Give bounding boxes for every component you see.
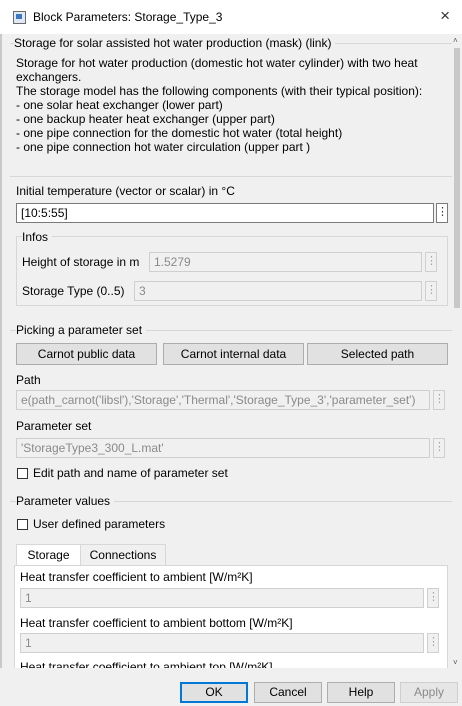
cancel-button[interactable]: Cancel: [254, 682, 322, 703]
mask-header: Storage for solar assisted hot water pro…: [14, 36, 336, 50]
heat-transfer-bottom-label: Heat transfer coefficient to ambient bot…: [20, 616, 293, 630]
help-button[interactable]: Help: [327, 682, 395, 703]
parameter-set-field: 'StorageType3_300_L.mat': [16, 438, 430, 458]
height-field: 1.5279: [149, 252, 422, 272]
parameter-set-ellipsis-icon: ⋮: [433, 438, 445, 458]
block-parameters-icon: [13, 11, 26, 24]
tab-connections[interactable]: Connections: [80, 544, 166, 565]
user-defined-checkbox[interactable]: [17, 519, 28, 530]
heat-transfer-ambient-field: 1: [20, 588, 424, 608]
storage-type-label: Storage Type (0..5): [22, 284, 125, 298]
scroll-down-icon[interactable]: ˅: [453, 658, 458, 668]
parameter-values-title: Parameter values: [16, 494, 115, 508]
scroll-up-icon[interactable]: ˄: [453, 36, 458, 46]
edit-path-checkbox-label[interactable]: Edit path and name of parameter set: [33, 466, 228, 480]
edit-path-checkbox[interactable]: [17, 468, 28, 479]
initial-temperature-label: Initial temperature (vector or scalar) i…: [16, 184, 235, 198]
height-ellipsis-icon: ⋮: [425, 252, 437, 272]
parameters-group-line: [10, 176, 452, 177]
scrollbar-thumb[interactable]: [454, 48, 460, 308]
dialog-footer: OK Cancel Help Apply: [0, 668, 462, 706]
infos-title: Infos: [22, 230, 53, 244]
description-line: - one pipe connection for the domestic h…: [16, 126, 343, 140]
tab-storage[interactable]: Storage: [16, 544, 81, 565]
ok-button[interactable]: OK: [180, 682, 248, 703]
heat-transfer-ambient-ellipsis-icon: ⋮: [427, 588, 439, 608]
parameter-set-label: Parameter set: [16, 419, 92, 433]
title-bar: Block Parameters: Storage_Type_3 ×: [0, 0, 462, 34]
initial-temperature-ellipsis-icon[interactable]: ⋮: [436, 203, 448, 223]
dialog-content: Storage for solar assisted hot water pro…: [10, 34, 452, 668]
path-field: e(path_carnot('libsl'),'Storage','Therma…: [16, 390, 430, 410]
heat-transfer-ambient-label: Heat transfer coefficient to ambient [W/…: [20, 570, 253, 584]
mask-description: Storage for hot water production (domest…: [16, 56, 448, 154]
window-left-edge: [0, 0, 2, 706]
heat-transfer-bottom-ellipsis-icon: ⋮: [427, 633, 439, 653]
carnot-internal-data-button[interactable]: Carnot internal data: [163, 343, 304, 365]
description-line: - one pipe connection hot water circulat…: [16, 140, 311, 154]
description-line: Storage for hot water production (domest…: [16, 56, 418, 84]
carnot-public-data-button[interactable]: Carnot public data: [16, 343, 157, 365]
vertical-scrollbar[interactable]: ˄ ˅: [452, 34, 462, 670]
window-title: Block Parameters: Storage_Type_3: [33, 10, 223, 24]
description-line: - one backup heater heat exchanger (uppe…: [16, 112, 275, 126]
picking-title: Picking a parameter set: [16, 323, 147, 337]
description-line: - one solar heat exchanger (lower part): [16, 98, 223, 112]
height-label: Height of storage in m: [22, 255, 140, 269]
path-label: Path: [16, 373, 41, 387]
heat-transfer-bottom-field: 1: [20, 633, 424, 653]
description-line: The storage model has the following comp…: [16, 84, 423, 98]
path-ellipsis-icon: ⋮: [433, 390, 445, 410]
storage-type-ellipsis-icon: ⋮: [425, 281, 437, 301]
apply-button: Apply: [400, 682, 458, 703]
initial-temperature-input[interactable]: [10:5:55]: [16, 203, 434, 223]
user-defined-checkbox-label[interactable]: User defined parameters: [33, 517, 165, 531]
close-icon[interactable]: ×: [440, 6, 450, 26]
selected-path-button[interactable]: Selected path: [307, 343, 448, 365]
heat-transfer-top-label: Heat transfer coefficient to ambient top…: [20, 660, 273, 668]
storage-type-field: 3: [134, 281, 422, 301]
